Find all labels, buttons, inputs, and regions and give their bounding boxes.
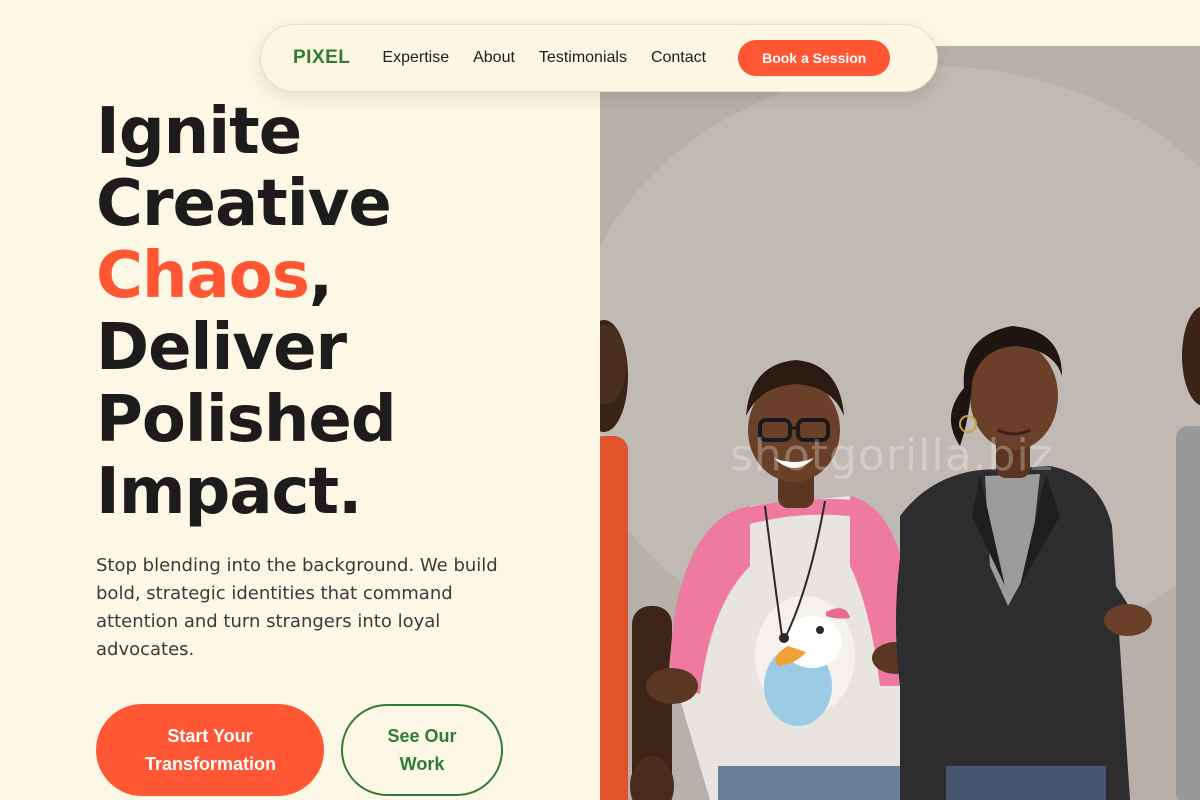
- headline-accent-word: Chaos: [96, 239, 310, 313]
- hero-photo-illustration: [600, 46, 1200, 800]
- hero-headline: Ignite Creative Chaos, Deliver Polished …: [96, 95, 397, 529]
- brand-logo[interactable]: PIXEL: [293, 47, 350, 69]
- headline-line-1: Ignite: [96, 95, 302, 169]
- book-session-button[interactable]: Book a Session: [738, 40, 891, 76]
- top-navigation: PIXEL Expertise About Testimonials Conta…: [260, 24, 938, 92]
- start-transformation-button[interactable]: Start Your Transformation: [96, 704, 324, 796]
- nav-link-about[interactable]: About: [473, 49, 515, 67]
- headline-comma: ,: [308, 239, 333, 313]
- hero-photo: shotgorilla.biz: [600, 46, 1200, 800]
- watermark-text: shotgorilla.biz: [730, 430, 1054, 481]
- headline-line-2: Creative: [96, 167, 392, 241]
- nav-link-contact[interactable]: Contact: [651, 49, 706, 67]
- headline-line-3: Chaos,: [96, 240, 396, 312]
- landing-page: shotgorilla.biz PIXEL Expertise About Te…: [0, 0, 1200, 800]
- nav-link-testimonials[interactable]: Testimonials: [539, 49, 627, 67]
- headline-line-5: Polished: [96, 383, 397, 457]
- headline-line-4: Deliver: [96, 311, 347, 385]
- hero-lead-paragraph: Stop blending into the background. We bu…: [96, 555, 498, 660]
- see-our-work-button[interactable]: See Our Work: [341, 704, 503, 796]
- headline-line-6: Impact.: [96, 455, 362, 529]
- see-our-work-label: See Our Work: [387, 726, 457, 774]
- nav-link-expertise[interactable]: Expertise: [382, 49, 449, 67]
- start-transformation-label: Start Your Transformation: [145, 726, 277, 774]
